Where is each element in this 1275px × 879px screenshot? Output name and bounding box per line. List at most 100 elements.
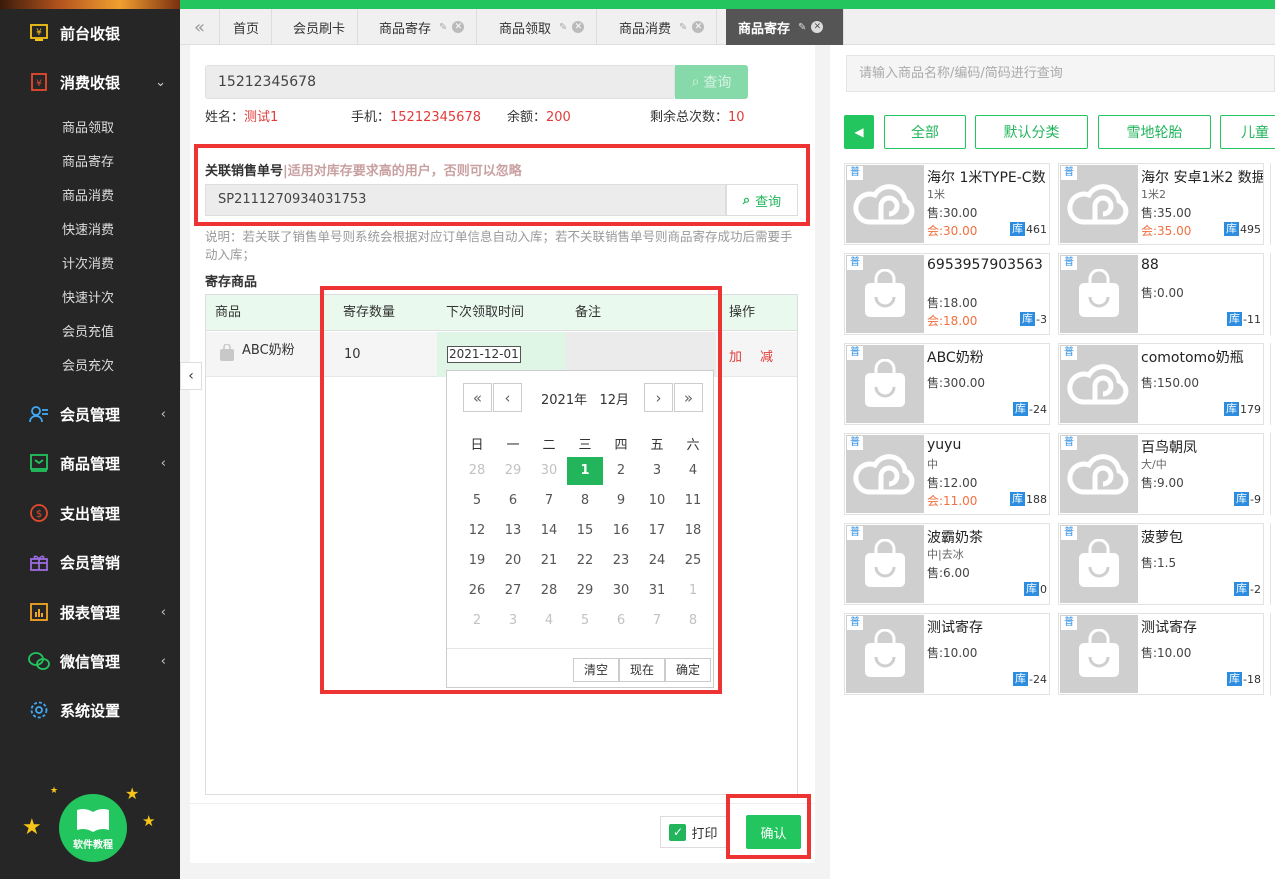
- sidebar-item-wechat-manage[interactable]: 微信管理 ‹: [0, 639, 180, 683]
- product-tag: 普: [847, 526, 863, 540]
- sidebar-subitem-member-count-recharge[interactable]: 会员充次: [62, 355, 114, 374]
- tab-scroll-left-icon[interactable]: «: [180, 9, 220, 45]
- pin-icon[interactable]: ✎: [679, 22, 687, 33]
- pin-icon[interactable]: ✎: [559, 22, 567, 33]
- product-card-partial[interactable]: [1270, 523, 1275, 605]
- product-card[interactable]: 普 ABC奶粉 售:300.00 库 -24: [844, 343, 1050, 425]
- product-stock: 库 -24: [1013, 402, 1047, 416]
- product-sale-price: 售:6.00: [927, 566, 970, 580]
- sidebar-item-member-marketing[interactable]: 会员营销: [0, 540, 180, 584]
- sidebar-item-consume-cashier[interactable]: ¥ 消费收银 ⌄: [0, 60, 180, 104]
- tab-member-card[interactable]: 会员刷卡: [281, 9, 359, 45]
- tab-goods-consume[interactable]: 商品消费 ✎ ✕: [607, 9, 718, 45]
- sidebar-item-goods-manage[interactable]: 商品管理 ‹: [0, 441, 180, 485]
- search-icon: ⌕: [742, 192, 751, 208]
- tab-home[interactable]: 首页: [221, 9, 273, 45]
- print-checkbox[interactable]: ✓ 打印: [660, 816, 727, 848]
- related-order-label: 关联销售单号|适用对库存要求高的用户，否则可以忽略: [205, 160, 522, 179]
- product-card[interactable]: 普 测试寄存 售:10.00 库 -24: [844, 613, 1050, 695]
- product-card-partial[interactable]: [1270, 613, 1275, 695]
- member-mobile: 手机：15212345678: [351, 106, 481, 125]
- sidebar-item-label: 系统设置: [60, 701, 121, 720]
- close-icon[interactable]: ✕: [811, 21, 824, 33]
- related-order-note: 说明：若关联了销售单号则系统会根据对应订单信息自动入库；若不关联销售单号则商品寄…: [205, 229, 793, 262]
- pin-icon[interactable]: ✎: [798, 22, 806, 33]
- product-card-partial[interactable]: [1270, 163, 1275, 245]
- close-icon[interactable]: ✕: [692, 21, 705, 33]
- category-scroll-left-icon[interactable]: ◀: [844, 115, 874, 149]
- add-button[interactable]: 加: [729, 346, 742, 365]
- checkbox-checked-icon: ✓: [669, 823, 687, 841]
- product-stock: 库 -2: [1234, 582, 1261, 596]
- sidebar-subitem-quick-count[interactable]: 快速计次: [62, 287, 114, 306]
- product-card[interactable]: 普 测试寄存 售:10.00 库 -18: [1058, 613, 1264, 695]
- stock-badge: 库: [1224, 222, 1239, 236]
- tab-label: 会员刷卡: [293, 21, 346, 37]
- product-stock: 库 461: [1010, 222, 1047, 236]
- sidebar-subitem-goods-consume[interactable]: 商品消费: [62, 185, 114, 204]
- product-card[interactable]: 普 波霸奶茶 中|去冰 售:6.00 库 0: [844, 523, 1050, 605]
- product-card[interactable]: 普 88 售:0.00 库 -11: [1058, 253, 1264, 335]
- sidebar-item-label: 报表管理: [60, 603, 121, 622]
- related-order-input[interactable]: SP2111270934031753: [205, 184, 726, 216]
- member-search-button[interactable]: ⌕ 查询: [675, 65, 748, 99]
- product-card-partial[interactable]: [1270, 253, 1275, 335]
- category-kids[interactable]: 儿童: [1220, 115, 1275, 149]
- member-balance: 余额：200: [507, 106, 571, 125]
- stock-value: 461: [1026, 222, 1047, 236]
- category-snow-tire[interactable]: 雪地轮胎: [1098, 115, 1211, 149]
- related-order-title: 关联销售单号: [205, 164, 284, 179]
- tab-goods-pickup[interactable]: 商品领取 ✎ ✕: [487, 9, 598, 45]
- product-card[interactable]: 普 百鸟朝凤 大/中 售:9.00 库 -9: [1058, 433, 1264, 515]
- product-card[interactable]: 普 海尔 1米TYPE-C数 1米 售:30.00 会:30.00 库 461: [844, 163, 1050, 245]
- sidebar-subitem-goods-deposit[interactable]: 商品寄存: [62, 151, 114, 170]
- stock-value: 179: [1240, 402, 1261, 416]
- product-stock: 库 -18: [1227, 672, 1261, 686]
- category-all[interactable]: 全部: [884, 115, 966, 149]
- sidebar-item-expense-manage[interactable]: $ 支出管理: [0, 491, 180, 535]
- product-card[interactable]: 普 comotomo奶瓶 售:150.00 库 179: [1058, 343, 1264, 425]
- sidebar-subitem-goods-pickup[interactable]: 商品领取: [62, 117, 114, 136]
- tab-goods-deposit[interactable]: 商品寄存 ✎ ✕: [367, 9, 478, 45]
- product-sale-price: 售:9.00: [1141, 476, 1184, 490]
- member-phone-input[interactable]: 15212345678: [205, 65, 675, 99]
- close-icon[interactable]: ✕: [572, 21, 585, 33]
- sidebar-subitem-count-consume[interactable]: 计次消费: [62, 253, 114, 272]
- software-tutorial-button[interactable]: 软件教程: [59, 794, 127, 862]
- product-spec: 大/中: [1141, 458, 1167, 471]
- product-card-partial[interactable]: [1270, 433, 1275, 515]
- product-member-price: 会:11.00: [927, 494, 978, 508]
- times-label: 剩余总次数：: [650, 110, 729, 125]
- product-card[interactable]: 普 海尔 安卓1米2 数据 1米2 售:35.00 会:35.00 库 495: [1058, 163, 1264, 245]
- sidebar-subitem-member-recharge[interactable]: 会员充值: [62, 321, 114, 340]
- product-member-price: 会:30.00: [927, 224, 978, 238]
- sidebar-subitem-quick-consume[interactable]: 快速消费: [62, 219, 114, 238]
- tab-goods-deposit-active[interactable]: 商品寄存 ✎ ✕: [726, 9, 844, 45]
- sidebar-item-system-settings[interactable]: 系统设置: [0, 688, 180, 732]
- related-order-search-button[interactable]: ⌕ 查询: [726, 184, 798, 216]
- star-icon: ★: [125, 784, 140, 803]
- stock-value: -9: [1250, 492, 1261, 506]
- product-card[interactable]: 普 yuyu 中售:12.00 会:11.00 库 188: [844, 433, 1050, 515]
- star-icon: ★: [142, 812, 156, 830]
- confirm-button[interactable]: 确认: [746, 815, 801, 849]
- product-sale-price: 售:35.00: [1141, 206, 1192, 220]
- tab-label: 商品寄存: [738, 21, 791, 37]
- pin-icon[interactable]: ✎: [439, 22, 447, 33]
- product-name: 海尔 1米TYPE-C数: [927, 170, 1046, 186]
- category-default[interactable]: 默认分类: [975, 115, 1088, 149]
- product-sale-price: 售:300.00: [927, 376, 986, 390]
- close-icon[interactable]: ✕: [452, 21, 465, 33]
- product-card[interactable]: 普 菠萝包 售:1.5 库 -2: [1058, 523, 1264, 605]
- member-name: 姓名：测试1: [205, 106, 278, 125]
- product-card-partial[interactable]: [1270, 343, 1275, 425]
- product-card[interactable]: 普 6953957903563 售:18.00 会:18.00 库 -3: [844, 253, 1050, 335]
- sidebar-item-report-manage[interactable]: 报表管理 ‹: [0, 590, 180, 634]
- product-tag: 普: [1061, 346, 1077, 360]
- minus-button[interactable]: 减: [760, 346, 773, 365]
- sidebar-item-front-cashier[interactable]: ¥ 前台收银: [0, 11, 180, 55]
- product-name: ABC奶粉: [927, 350, 984, 366]
- sidebar-item-member-manage[interactable]: 会员管理 ‹: [0, 392, 180, 436]
- product-search-input[interactable]: 请输入商品名称/编码/简码进行查询: [846, 55, 1275, 92]
- collapse-left-icon[interactable]: ‹: [180, 362, 202, 390]
